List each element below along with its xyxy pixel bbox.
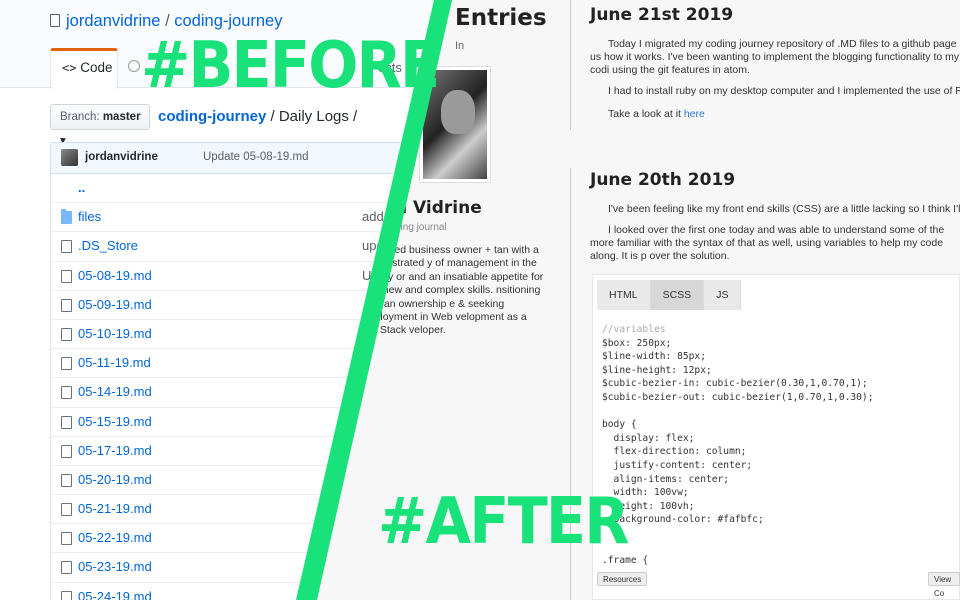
code-tab-html[interactable]: HTML <box>597 280 651 310</box>
post-divider <box>570 0 571 130</box>
file-name-link[interactable]: 05-17-19.md <box>78 443 152 458</box>
file-icon <box>61 357 72 371</box>
code-line: display: flex; <box>602 432 695 444</box>
branch-select-button[interactable]: Branch: master ▾ <box>50 104 150 147</box>
file-icon <box>61 532 72 546</box>
post-paragraph: Today I migrated my coding journey repos… <box>590 38 960 76</box>
issues-icon[interactable] <box>128 60 140 72</box>
code-line: height: 100vh; <box>602 500 695 512</box>
link-prefix: Take a look at it <box>608 108 684 120</box>
file-name-link[interactable]: .DS_Store <box>78 238 138 253</box>
avatar <box>61 149 78 166</box>
code-line: .frame { <box>602 555 649 567</box>
before-label: #BEFORE <box>141 29 440 103</box>
code-tabs: HTML SCSS JS <box>597 280 742 310</box>
branch-prefix: Branch: <box>60 111 103 123</box>
breadcrumb-path: / Daily Logs / <box>266 108 358 125</box>
breadcrumb-repo-link[interactable]: coding-journey <box>158 108 266 125</box>
code-line: $cubic-bezier-in: cubic-bezier(0.30,1,0.… <box>602 378 868 390</box>
tab-code[interactable]: <> Code <box>50 48 118 89</box>
post-link-line: Take a look at it here <box>590 108 960 121</box>
tab-code-label: Code <box>80 60 113 75</box>
file-commit-message[interactable]: upd <box>362 238 384 253</box>
file-name-link[interactable]: 05-08-19.md <box>78 268 152 283</box>
file-name-link[interactable]: 05-15-19.md <box>78 414 152 429</box>
file-name-link[interactable]: 05-11-19.md <box>78 355 151 370</box>
folder-icon <box>61 209 72 225</box>
code-line: $box: 250px; <box>602 337 672 349</box>
file-name-link[interactable]: 05-24-19.md <box>78 589 152 600</box>
file-name-link[interactable]: 05-21-19.md <box>78 501 152 516</box>
code-line: width: 100vw; <box>602 487 689 499</box>
file-name-link[interactable]: .. <box>78 180 85 195</box>
commit-message[interactable]: Update 05-08-19.md <box>203 151 308 163</box>
view-compiled-button[interactable]: View Co <box>928 572 960 598</box>
file-icon <box>61 240 72 254</box>
profile-bio: perienced business owner + tan with a de… <box>360 244 544 337</box>
post-paragraph: I had to install ruby on my desktop comp… <box>608 85 960 97</box>
file-name-link[interactable]: 05-10-19.md <box>78 326 152 341</box>
post-paragraph: I looked over the first one today and wa… <box>590 224 945 262</box>
file-name-link[interactable]: 05-09-19.md <box>78 297 152 312</box>
code-line: $line-width: 85px; <box>602 351 706 363</box>
post-title: June 21st 2019 <box>590 5 734 25</box>
code-line: $cubic-bezier-out: cubic-bezier(1,0.70,1… <box>602 391 874 403</box>
after-label: #AFTER <box>378 485 630 559</box>
branch-name: master <box>102 111 141 123</box>
page-subtitle: In <box>455 40 465 52</box>
code-embed: HTML SCSS JS //variables $box: 250px; $lin… <box>592 274 960 600</box>
file-name-link[interactable]: files <box>78 209 101 224</box>
file-name-link[interactable]: 05-20-19.md <box>78 472 152 487</box>
commit-user[interactable]: jordanvidrine <box>85 151 158 163</box>
file-icon <box>61 561 72 575</box>
repo-name-link[interactable]: coding-journey <box>174 12 282 30</box>
repo-icon <box>50 14 60 27</box>
code-line: justify-content: center; <box>602 459 753 471</box>
profile-name: n Vidrine <box>395 198 482 218</box>
file-icon <box>61 473 72 487</box>
code-line: background-color: #fafbfc; <box>602 514 764 526</box>
code-line: body { <box>602 419 637 431</box>
profile-subtitle: ding journal <box>395 222 447 233</box>
here-link[interactable]: here <box>684 108 705 120</box>
code-line: //variables <box>602 324 666 335</box>
file-commit-message[interactable]: adde <box>362 209 391 224</box>
code-line: $line-height: 12px; <box>602 364 712 376</box>
repo-owner-link[interactable]: jordanvidrine <box>66 12 160 30</box>
file-icon <box>61 415 72 429</box>
file-name-link[interactable]: 05-14-19.md <box>78 384 152 399</box>
file-icon <box>61 503 72 517</box>
code-line: align-items: center; <box>602 473 730 485</box>
page-title: Entries <box>455 5 547 31</box>
code-tab-js[interactable]: JS <box>704 280 742 310</box>
file-icon <box>61 327 72 341</box>
code-body: //variables $box: 250px; $line-width: 85px… <box>602 323 957 568</box>
file-name-link[interactable]: 05-23-19.md <box>78 559 152 574</box>
resources-button[interactable]: Resources <box>597 572 648 586</box>
file-icon <box>61 269 72 283</box>
post-paragraph: I've been feeling like my front end skil… <box>608 203 960 215</box>
file-icon <box>61 590 72 600</box>
repo-separator: / <box>160 12 175 30</box>
embed-footer: Resources View Co <box>592 570 960 598</box>
code-tab-scss[interactable]: SCSS <box>650 280 705 310</box>
file-name-link[interactable]: 05-22-19.md <box>78 530 152 545</box>
file-icon <box>61 386 72 400</box>
file-icon <box>61 444 72 458</box>
breadcrumb: coding-journey / Daily Logs / <box>158 108 357 125</box>
file-icon <box>61 298 72 312</box>
code-line: flex-direction: column; <box>602 446 747 458</box>
post-title: June 20th 2019 <box>590 170 736 190</box>
code-icon: <> <box>62 61 77 75</box>
